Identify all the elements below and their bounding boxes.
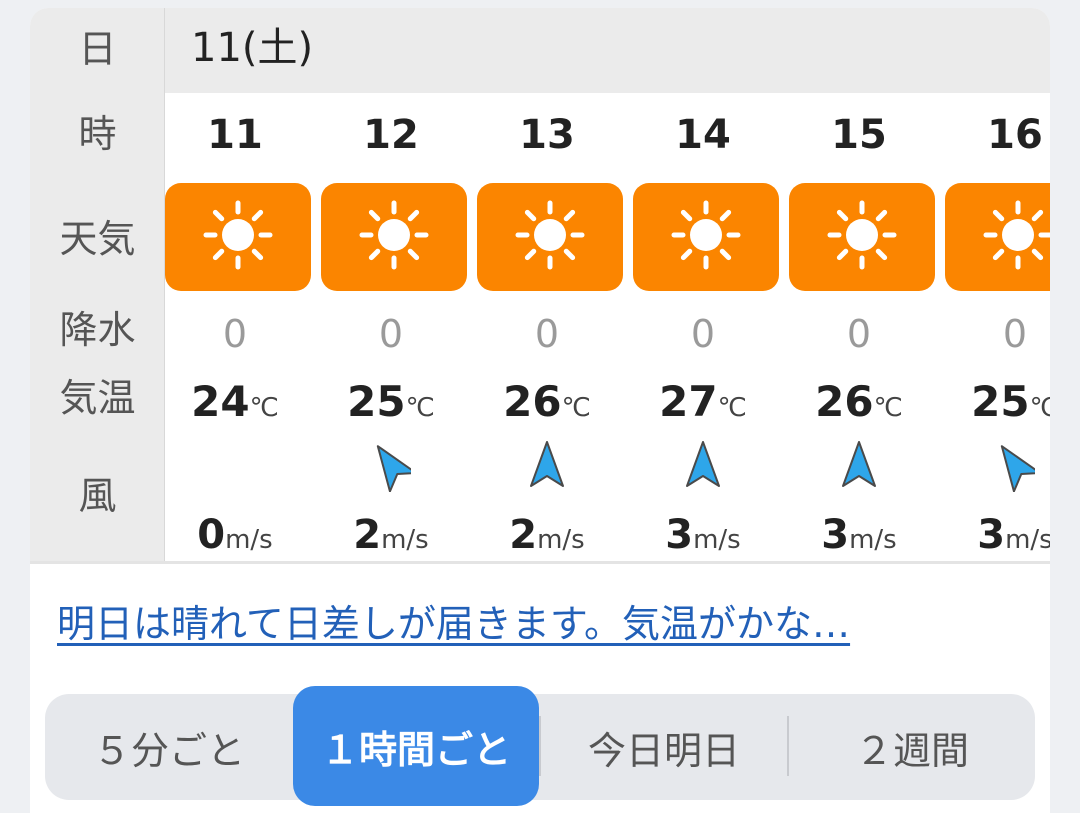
precip-value: 0 — [846, 312, 872, 356]
wind-speed: 3m/s — [789, 515, 929, 555]
hour-column: 11 0 24℃ 0m/s — [165, 93, 321, 561]
hour-label: 15 — [831, 112, 887, 158]
wind-speed-value: 3 — [977, 512, 1006, 558]
hour-label: 16 — [987, 112, 1043, 158]
wind-speed-value: 3 — [665, 512, 694, 558]
tab-hourly[interactable]: １時間ごと — [293, 686, 539, 806]
temp-value: 25 — [347, 377, 406, 426]
precip-value: 0 — [534, 312, 560, 356]
wind-direction-arrow-icon — [1000, 445, 1035, 492]
weather-cell-sunny — [321, 183, 467, 291]
temperature: 26℃ — [477, 381, 617, 423]
section-divider — [30, 561, 1050, 564]
row-label-temp: 気温 — [59, 376, 136, 420]
wind-unit: m/s — [1005, 525, 1050, 555]
wind-speed: 3m/s — [633, 515, 773, 555]
hour-label: 13 — [519, 112, 575, 158]
temp-unit: ℃ — [873, 393, 903, 423]
temp-value: 24 — [191, 377, 250, 426]
hour-column: 13 0 26℃ 2m/s — [477, 93, 633, 561]
temp-unit: ℃ — [561, 393, 591, 423]
precip-value: 0 — [1002, 312, 1028, 356]
precip-value: 0 — [378, 312, 404, 356]
temperature: 25℃ — [321, 381, 461, 423]
hour-column: 16 0 25℃ 3m/s — [945, 93, 1050, 561]
wind-speed: 3m/s — [945, 515, 1050, 555]
hour-column: 14 0 27℃ 3m/s — [633, 93, 789, 561]
sun-icon — [664, 193, 748, 281]
wind-unit: m/s — [381, 525, 429, 555]
wind-direction-arrow-icon — [842, 441, 876, 487]
sun-icon — [976, 193, 1050, 281]
row-label-wind: 風 — [78, 474, 117, 518]
wind-speed-value: 3 — [821, 512, 850, 558]
date-header: 11(土) — [165, 8, 1050, 93]
hour-label: 14 — [675, 112, 731, 158]
precip-value: 0 — [222, 312, 248, 356]
forecast-summary-link[interactable]: 明日は晴れて日差しが届きます。気温がかな… — [57, 602, 850, 648]
tab-today-tomorrow[interactable]: 今日明日 — [541, 694, 787, 800]
row-label-weather: 天気 — [59, 217, 136, 261]
sun-icon — [196, 193, 280, 281]
temp-value: 26 — [815, 377, 874, 426]
row-labels-column: 日 時 天気 降水 気温 風 — [30, 8, 165, 561]
sun-icon — [820, 193, 904, 281]
weather-cell-sunny — [477, 183, 623, 291]
hour-label: 12 — [363, 112, 419, 158]
temp-value: 27 — [659, 377, 718, 426]
sun-icon — [508, 193, 592, 281]
weather-cell-sunny — [945, 183, 1050, 291]
precip-value: 0 — [690, 312, 716, 356]
wind-speed: 0m/s — [165, 515, 305, 555]
wind-unit: m/s — [225, 525, 273, 555]
wind-unit: m/s — [849, 525, 897, 555]
row-label-precip: 降水 — [59, 308, 136, 352]
row-label-hour: 時 — [78, 112, 117, 156]
temperature: 27℃ — [633, 381, 773, 423]
weather-forecast-card: 日 時 天気 降水 気温 風 11(土) 11 0 24℃ 0m/s 12 0 … — [30, 8, 1050, 813]
wind-unit: m/s — [537, 525, 585, 555]
wind-direction-arrow-icon — [686, 441, 720, 487]
wind-speed-value: 0 — [197, 512, 226, 558]
weather-cell-sunny — [165, 183, 311, 291]
wind-speed: 2m/s — [321, 515, 461, 555]
temp-unit: ℃ — [405, 393, 435, 423]
wind-speed: 2m/s — [477, 515, 617, 555]
temp-unit: ℃ — [1029, 393, 1050, 423]
sun-icon — [352, 193, 436, 281]
weather-cell-sunny — [789, 183, 935, 291]
temperature: 25℃ — [945, 381, 1050, 423]
hour-label: 11 — [207, 112, 263, 158]
date-header-label: 11(土) — [191, 25, 314, 71]
row-label-date: 日 — [78, 27, 117, 71]
temperature: 26℃ — [789, 381, 929, 423]
temperature: 24℃ — [165, 381, 305, 423]
wind-speed-value: 2 — [353, 512, 382, 558]
tab-5min[interactable]: ５分ごと — [45, 694, 293, 800]
tab-2weeks[interactable]: ２週間 — [789, 694, 1035, 800]
hour-column: 15 0 26℃ 3m/s — [789, 93, 945, 561]
temp-value: 25 — [971, 377, 1030, 426]
temp-unit: ℃ — [717, 393, 747, 423]
forecast-interval-tabs: ５分ごと １時間ごと 今日明日 ２週間 — [45, 686, 1035, 806]
temp-value: 26 — [503, 377, 562, 426]
wind-unit: m/s — [693, 525, 741, 555]
weather-cell-sunny — [633, 183, 779, 291]
temp-unit: ℃ — [249, 393, 279, 423]
wind-speed-value: 2 — [509, 512, 538, 558]
hourly-forecast-grid[interactable]: 11 0 24℃ 0m/s 12 0 25℃ 2m/s 13 0 26℃ 2m/… — [165, 93, 1050, 561]
wind-direction-arrow-icon — [376, 445, 411, 492]
wind-direction-arrow-icon — [530, 441, 564, 487]
hour-column: 12 0 25℃ 2m/s — [321, 93, 477, 561]
